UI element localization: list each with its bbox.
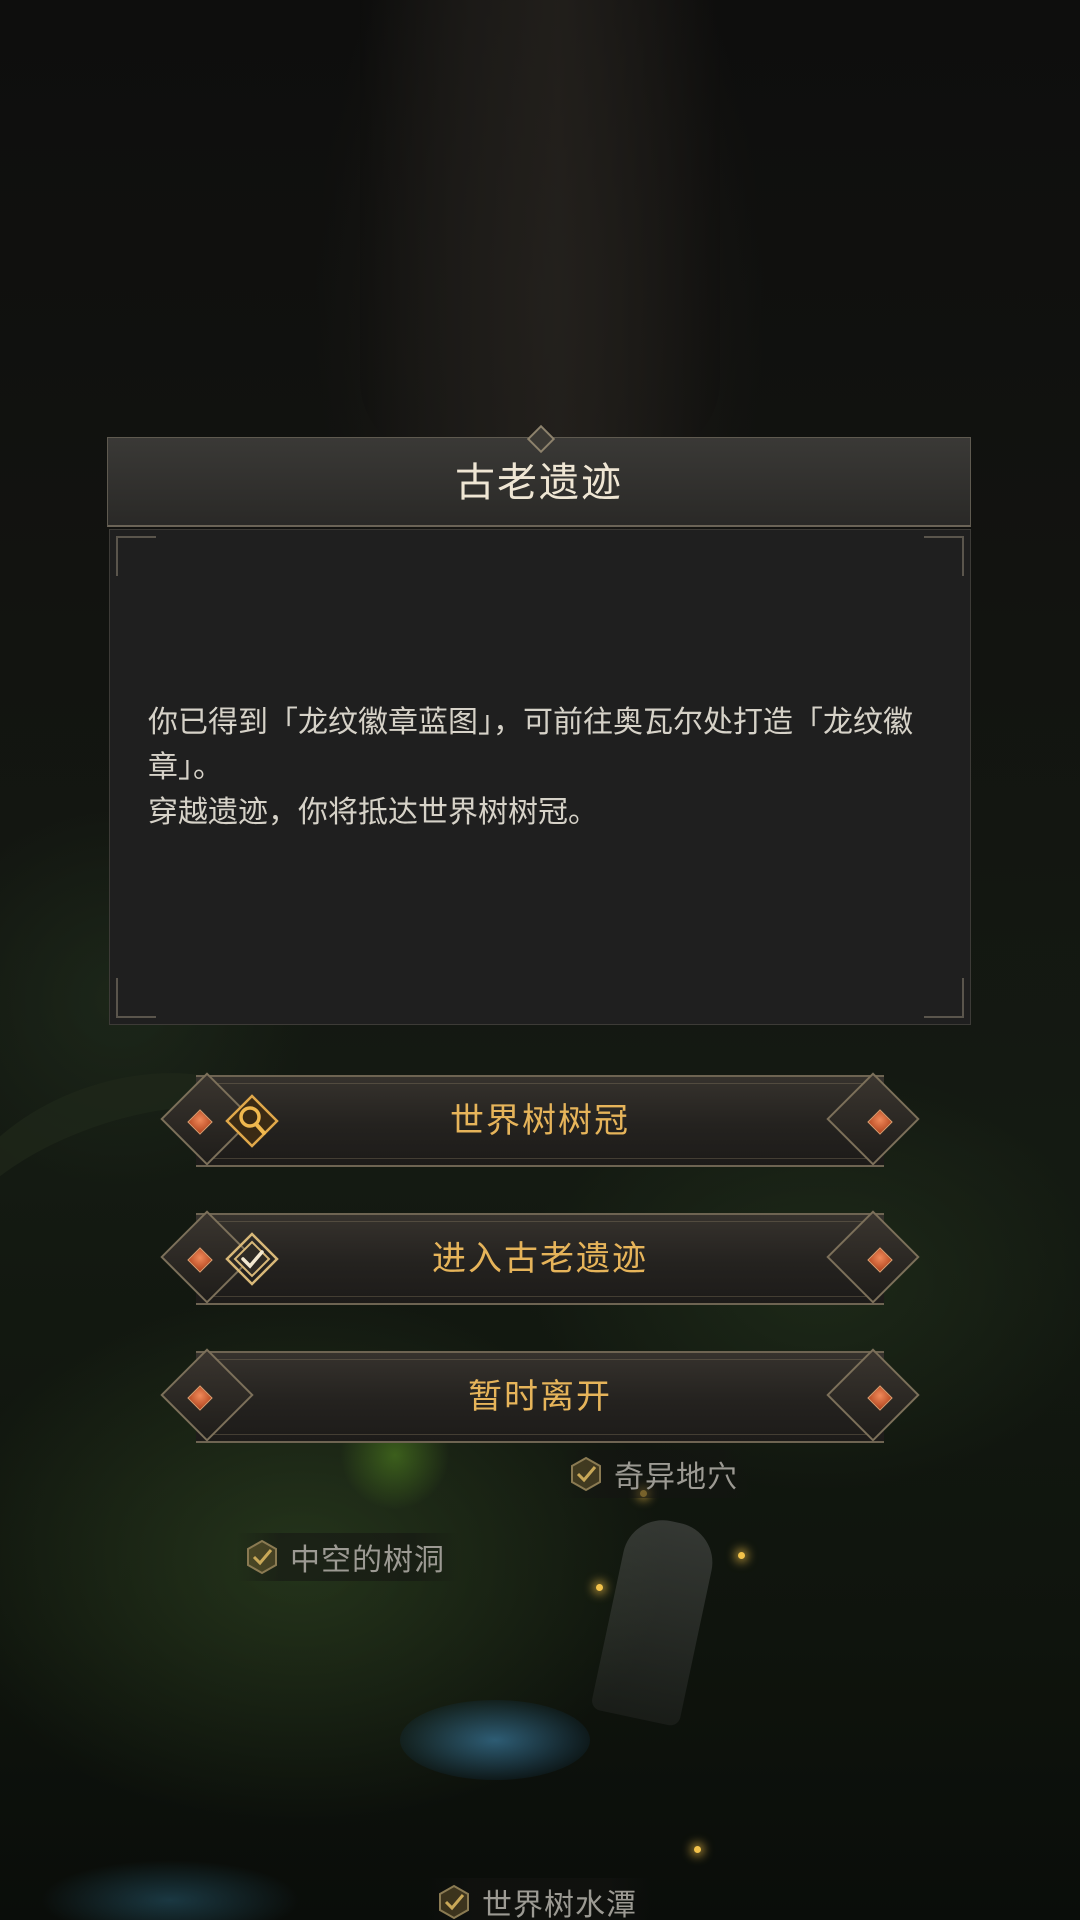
option-label: 进入古老遗迹 bbox=[432, 1239, 648, 1279]
corner-ornament bbox=[116, 978, 156, 1018]
game-screen: 奇异地穴 中空的树洞 世界树水潭 古老遗迹 你已得到「龙纹徽章蓝图」，可前往奥瓦… bbox=[0, 0, 1080, 1920]
event-dialog: 古老遗迹 你已得到「龙纹徽章蓝图」，可前往奥瓦尔处打造「龙纹徽章」。 穿越遗迹，… bbox=[107, 424, 973, 1025]
map-location-hollow-tree[interactable]: 中空的树洞 bbox=[236, 1533, 459, 1581]
map-location-strange-cave[interactable]: 奇异地穴 bbox=[560, 1450, 752, 1498]
dialog-line: 穿越遗迹，你将抵达世界树树冠。 bbox=[148, 795, 598, 830]
dialog-line: 你已得到「龙纹徽章蓝图」，可前往奥瓦尔处打造「龙纹徽章」。 bbox=[148, 705, 913, 785]
dialog-title: 古老遗迹 bbox=[455, 460, 623, 506]
option-button-leave-for-now[interactable]: 暂时离开 bbox=[160, 1348, 920, 1443]
checkmark-icon bbox=[247, 1539, 277, 1575]
checkmark-icon bbox=[571, 1456, 601, 1492]
pond-water bbox=[400, 1700, 590, 1780]
map-location-label: 奇异地穴 bbox=[614, 1460, 738, 1495]
option-label: 世界树树冠 bbox=[450, 1101, 630, 1141]
stream-water bbox=[40, 1860, 300, 1920]
corner-ornament bbox=[116, 536, 156, 576]
option-button-enter-ancient-ruins[interactable]: 进入古老遗迹 bbox=[160, 1210, 920, 1305]
checkmark-icon bbox=[439, 1884, 469, 1920]
world-tree-trunk bbox=[360, 0, 720, 460]
firefly bbox=[738, 1552, 745, 1559]
option-button-world-tree-crown[interactable]: 世界树树冠 bbox=[160, 1072, 920, 1167]
firefly bbox=[694, 1846, 701, 1853]
option-label: 暂时离开 bbox=[468, 1377, 612, 1417]
firefly bbox=[596, 1584, 603, 1591]
map-location-label: 世界树水潭 bbox=[482, 1888, 637, 1920]
dialog-header: 古老遗迹 bbox=[107, 424, 971, 527]
dialog-body: 你已得到「龙纹徽章蓝图」，可前往奥瓦尔处打造「龙纹徽章」。 穿越遗迹，你将抵达世… bbox=[109, 529, 971, 1025]
corner-ornament bbox=[924, 536, 964, 576]
ancient-ruin-stone bbox=[590, 1512, 720, 1728]
dialog-message: 你已得到「龙纹徽章蓝图」，可前往奥瓦尔处打造「龙纹徽章」。 穿越遗迹，你将抵达世… bbox=[148, 700, 938, 835]
map-location-world-tree-pond[interactable]: 世界树水潭 bbox=[428, 1878, 651, 1920]
map-location-label: 中空的树洞 bbox=[290, 1543, 445, 1578]
corner-ornament bbox=[924, 978, 964, 1018]
